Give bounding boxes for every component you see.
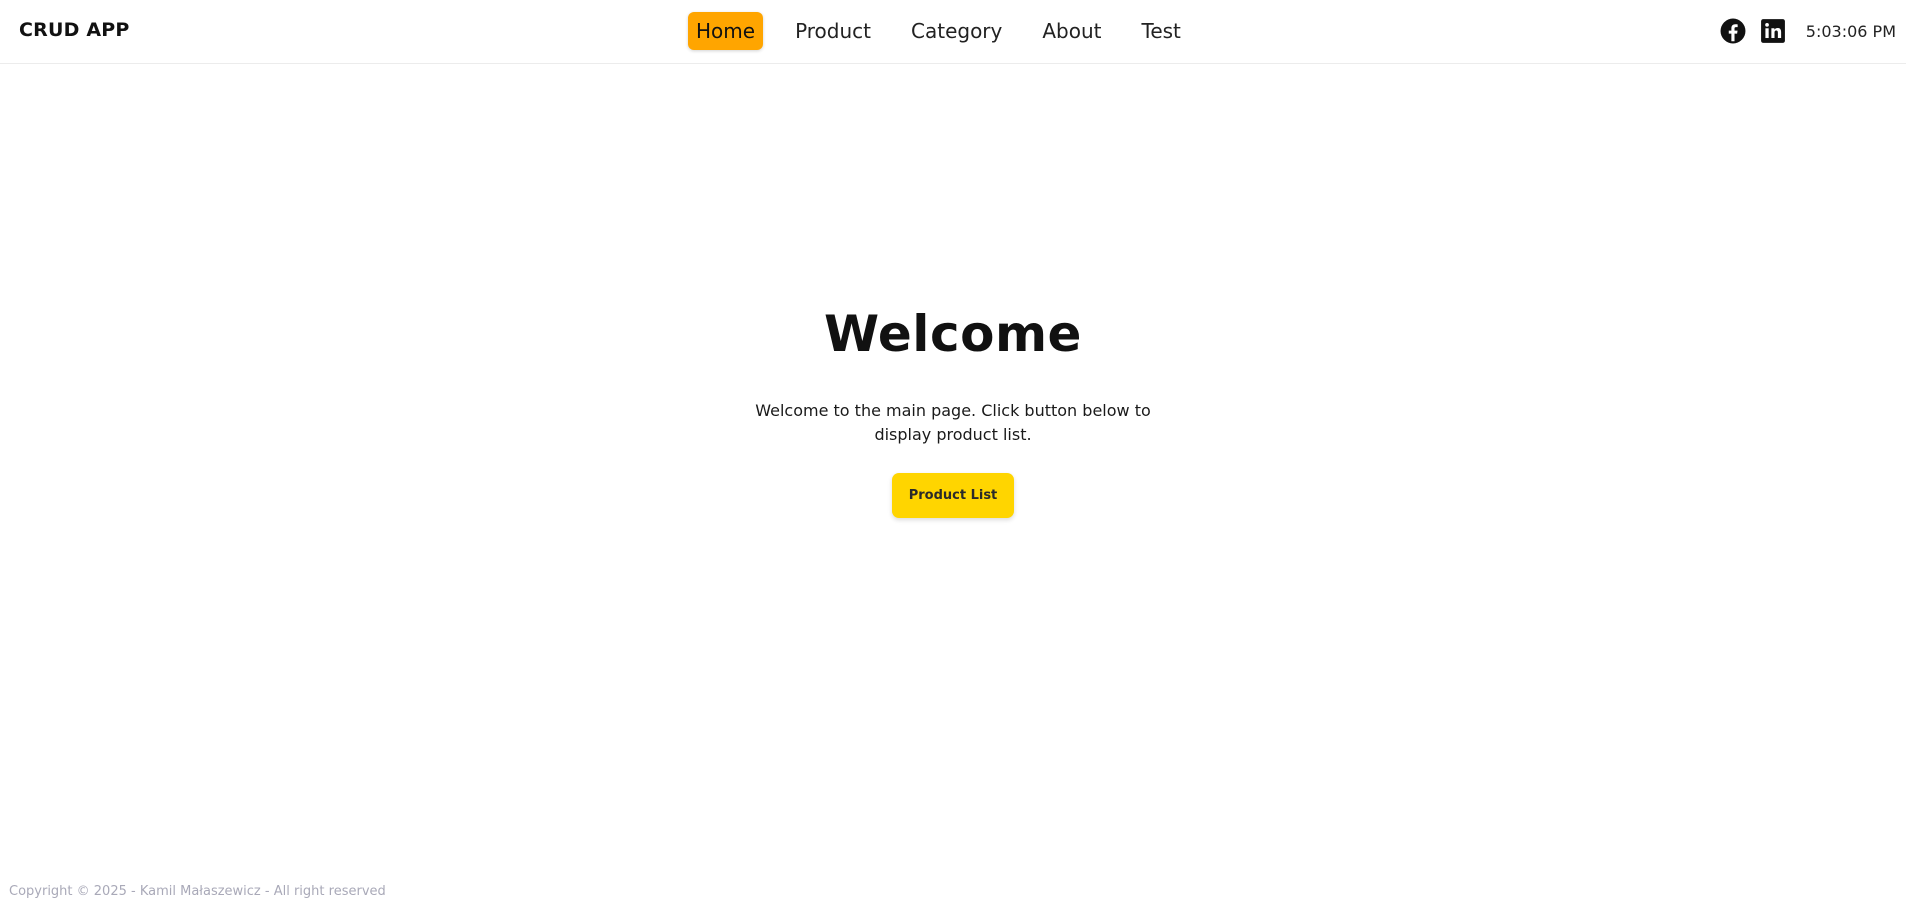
welcome-text: Welcome to the main page. Click button b…: [755, 401, 1151, 444]
brand-logo[interactable]: CRUD APP: [19, 19, 130, 41]
main-nav: Home Product Category About Test: [688, 12, 1189, 50]
nav-test[interactable]: Test: [1134, 12, 1189, 50]
nav-product[interactable]: Product: [787, 12, 879, 50]
page-title: Welcome: [824, 305, 1082, 363]
facebook-icon[interactable]: [1720, 18, 1746, 44]
navbar: CRUD APP Home Product Category About Tes…: [0, 0, 1906, 64]
product-list-button[interactable]: Product List: [891, 473, 1015, 518]
header-right: 5:03:06 PM: [1720, 18, 1896, 44]
hero-section: Welcome Welcome to the main page. Click …: [0, 305, 1906, 518]
clock-display: 5:03:06 PM: [1805, 21, 1896, 41]
nav-home[interactable]: Home: [688, 12, 764, 50]
footer-copyright: Copyright © 2025 - Kamil Małaszewicz - A…: [9, 884, 386, 899]
nav-about[interactable]: About: [1034, 12, 1109, 50]
nav-category[interactable]: Category: [903, 12, 1010, 50]
linkedin-icon[interactable]: [1760, 18, 1786, 44]
